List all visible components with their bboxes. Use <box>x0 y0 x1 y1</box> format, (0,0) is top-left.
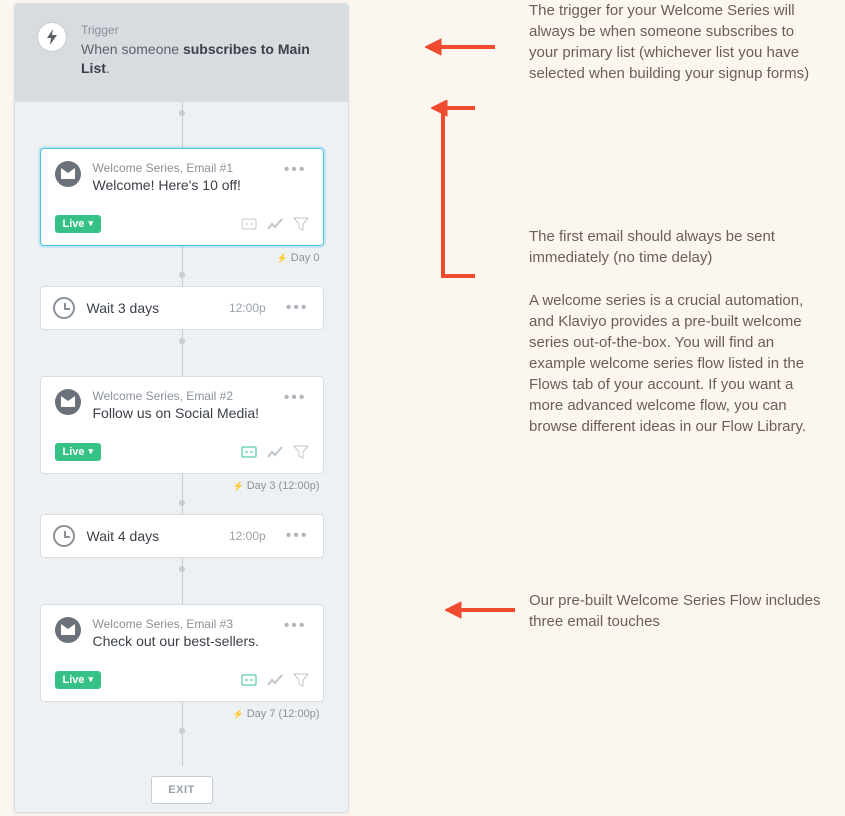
connector-dot <box>179 566 185 572</box>
clock-icon <box>53 297 75 319</box>
annotation-column: The trigger for your Welcome Series will… <box>389 0 845 816</box>
connector-dot <box>179 110 185 116</box>
analytics-icon[interactable] <box>267 217 283 231</box>
wait-time: 12:00p <box>229 529 266 543</box>
email-subject: Check out our best-sellers. <box>93 633 270 649</box>
mail-icon <box>55 617 81 643</box>
more-icon[interactable]: ••• <box>282 617 309 649</box>
lightning-icon <box>37 22 67 52</box>
annotation-text: Our pre-built Welcome Series Flow includ… <box>529 590 823 632</box>
arrow-icon <box>425 35 495 59</box>
exit-button[interactable]: EXIT <box>151 776 213 804</box>
email-name: Welcome Series, Email #1 <box>93 161 270 175</box>
status-badge[interactable]: Live <box>55 215 102 233</box>
connector-dot <box>179 272 185 278</box>
email-name: Welcome Series, Email #2 <box>93 389 270 403</box>
filter-icon[interactable] <box>293 445 309 459</box>
more-icon[interactable]: ••• <box>282 389 309 421</box>
annotation-text: The first email should always be sent im… <box>529 226 823 268</box>
connector-dot <box>179 338 185 344</box>
email-subject: Follow us on Social Media! <box>93 405 270 421</box>
filter-icon[interactable] <box>293 217 309 231</box>
email-node-1[interactable]: Welcome Series, Email #1 Welcome! Here's… <box>40 148 324 246</box>
timing-stamp: Day 3 (12:00p) <box>40 474 324 492</box>
wait-time: 12:00p <box>229 301 266 315</box>
timing-stamp: Day 7 (12:00p) <box>40 702 324 720</box>
trigger-label: Trigger <box>81 22 326 38</box>
connector-dot <box>179 728 185 734</box>
trigger-text: Trigger When someone subscribes to Main … <box>81 22 326 78</box>
analytics-icon[interactable] <box>267 673 283 687</box>
arrow-icon <box>431 100 475 280</box>
filter-icon[interactable] <box>293 673 309 687</box>
annotation-text: A welcome series is a crucial automation… <box>529 290 823 437</box>
mail-icon <box>55 389 81 415</box>
flow-canvas: Trigger When someone subscribes to Main … <box>14 3 349 813</box>
email-node-3[interactable]: Welcome Series, Email #3 Check out our b… <box>40 604 324 702</box>
status-badge[interactable]: Live <box>55 671 102 689</box>
more-icon[interactable]: ••• <box>284 299 311 317</box>
timing-stamp: Day 0 <box>40 246 324 264</box>
status-badge[interactable]: Live <box>55 443 102 461</box>
trigger-node[interactable]: Trigger When someone subscribes to Main … <box>15 4 348 102</box>
wait-label: Wait 3 days <box>87 300 217 316</box>
wait-node-1[interactable]: Wait 3 days 12:00p ••• <box>40 286 324 330</box>
mail-icon <box>55 161 81 187</box>
annotation-text: The trigger for your Welcome Series will… <box>529 0 823 84</box>
analytics-icon[interactable] <box>267 445 283 459</box>
ab-test-icon[interactable] <box>241 673 257 687</box>
ab-test-icon[interactable] <box>241 217 257 231</box>
email-node-2[interactable]: Welcome Series, Email #2 Follow us on So… <box>40 376 324 474</box>
more-icon[interactable]: ••• <box>284 527 311 545</box>
wait-label: Wait 4 days <box>87 528 217 544</box>
wait-node-2[interactable]: Wait 4 days 12:00p ••• <box>40 514 324 558</box>
clock-icon <box>53 525 75 547</box>
arrow-icon <box>445 598 515 622</box>
connector-dot <box>179 500 185 506</box>
email-name: Welcome Series, Email #3 <box>93 617 270 631</box>
email-subject: Welcome! Here's 10 off! <box>93 177 270 193</box>
ab-test-icon[interactable] <box>241 445 257 459</box>
more-icon[interactable]: ••• <box>282 161 309 193</box>
